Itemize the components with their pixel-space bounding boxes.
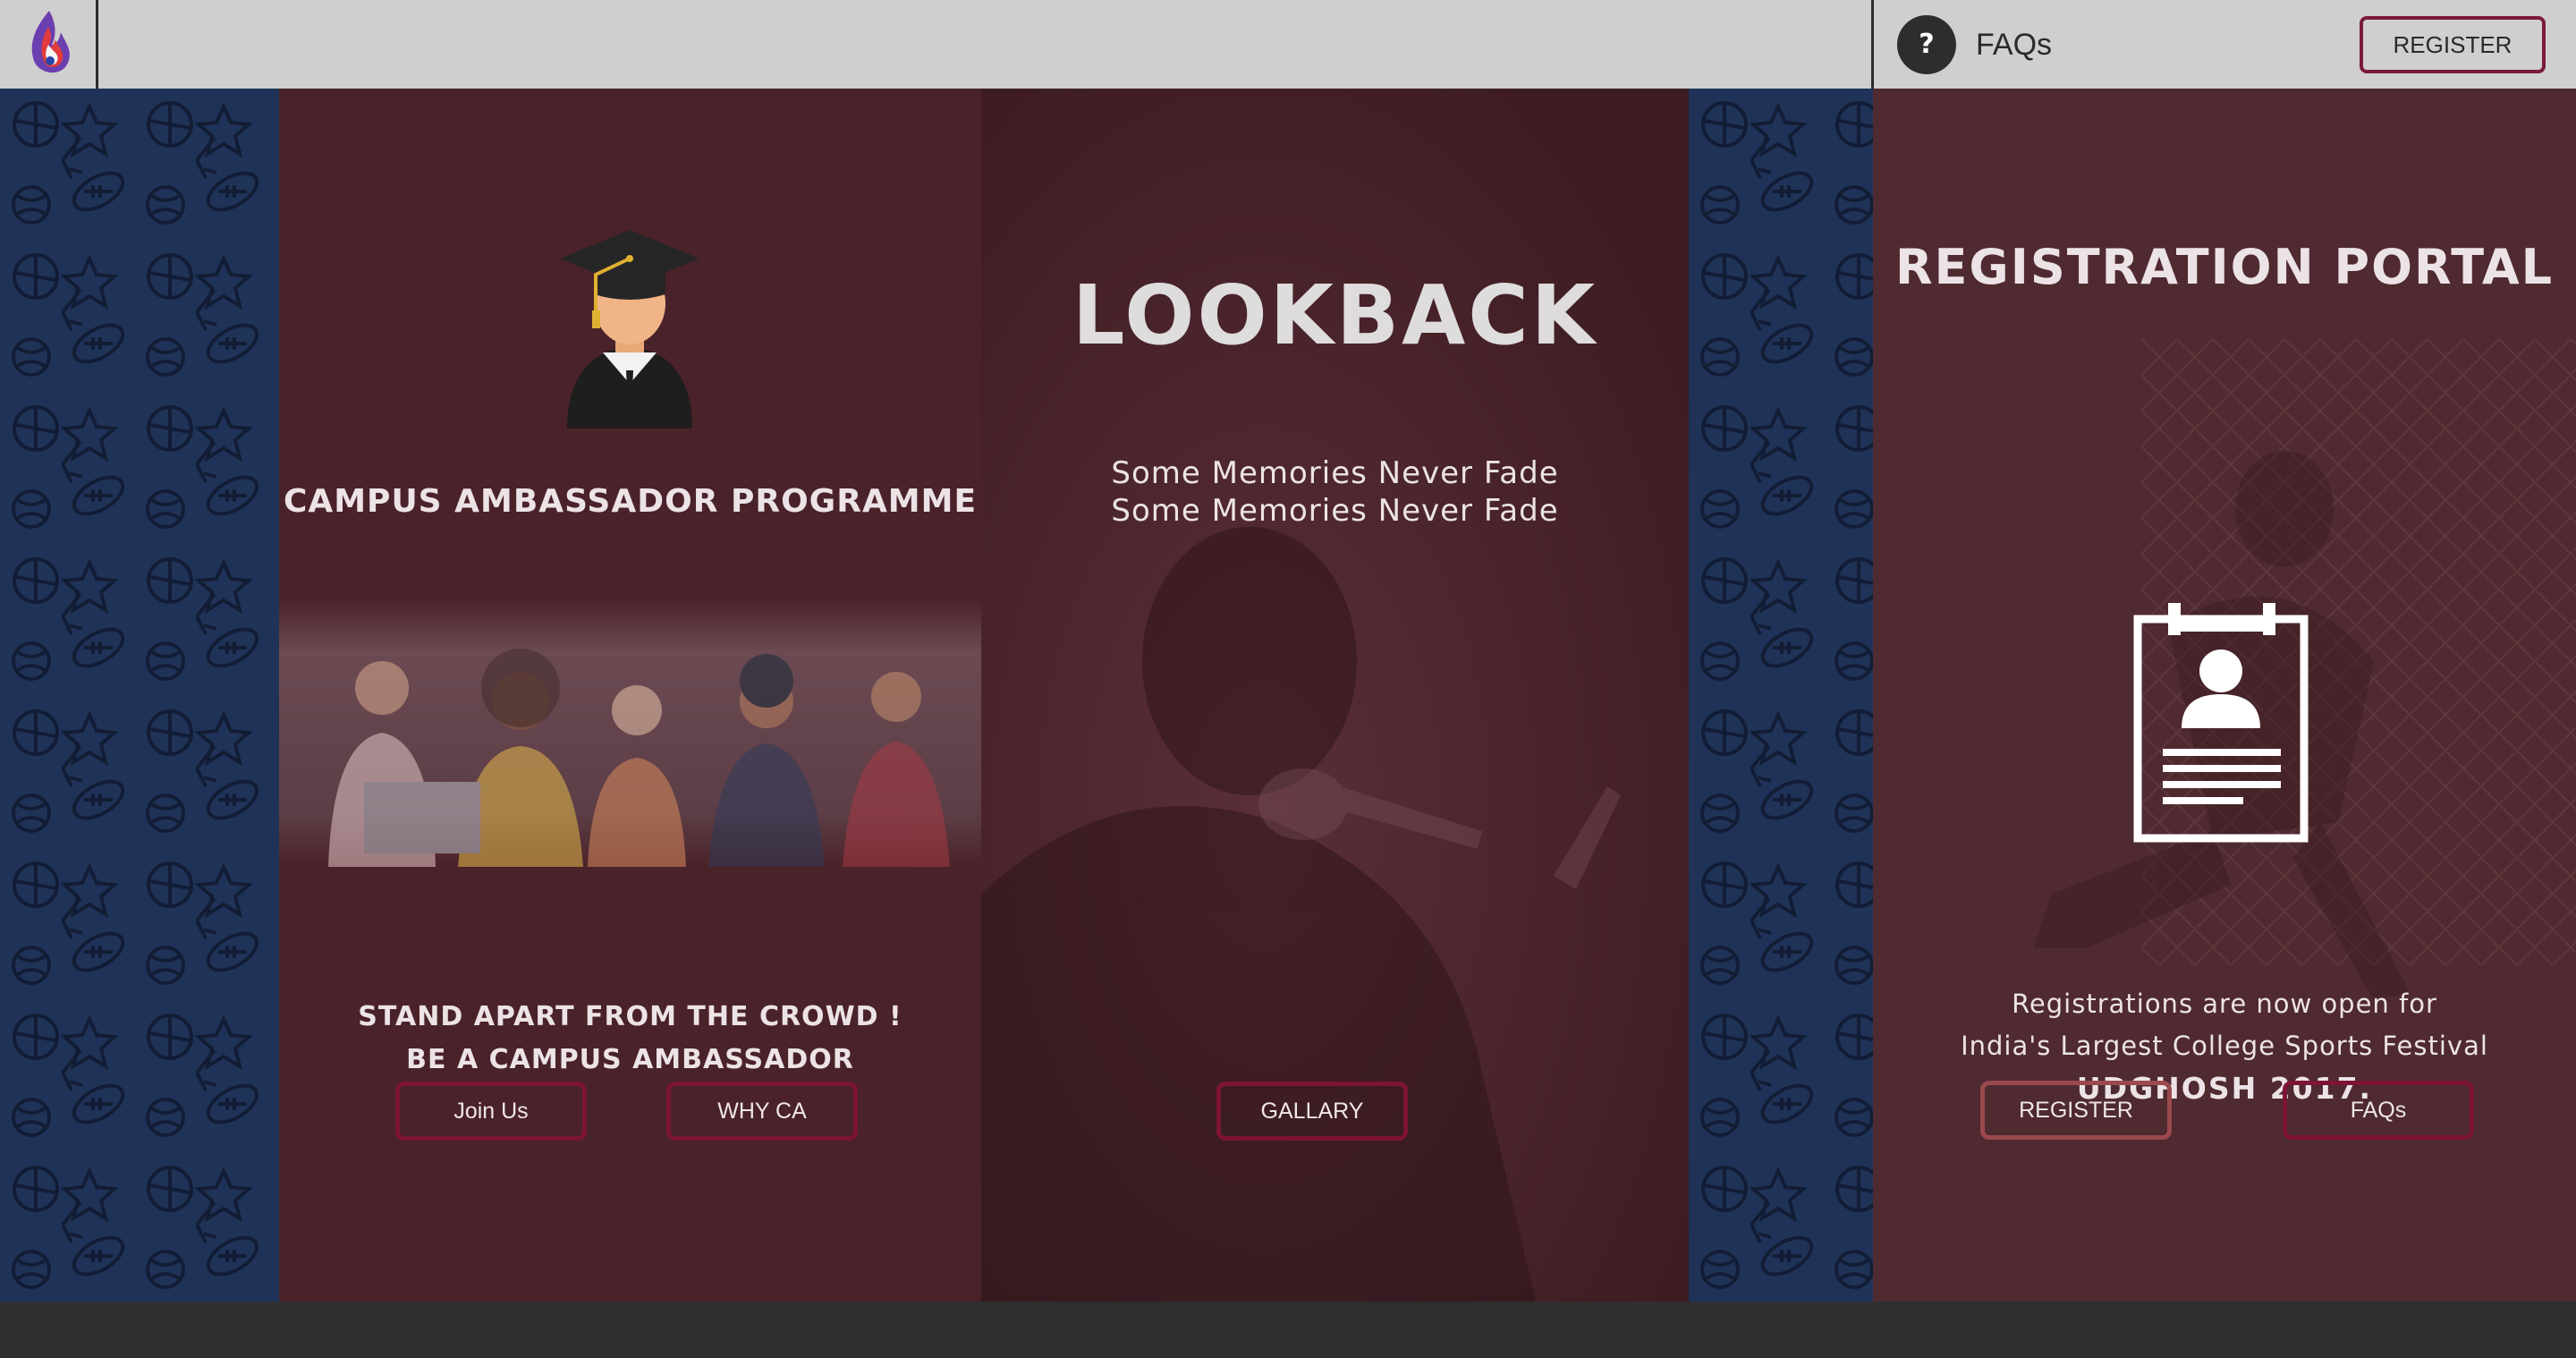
- registration-panel: REGISTRATION PORTAL Registrations are no…: [1873, 89, 2576, 1302]
- campus-ambassador-panel: CAMPUS AMBASSADOR PROGRAMME STAND APART …: [279, 89, 981, 1302]
- registration-line-2: India's Largest College Sports Festival: [1961, 1031, 2488, 1061]
- lookback-line-1: Some Memories Never Fade: [1111, 455, 1559, 491]
- footer-bar: [0, 1302, 2576, 1358]
- why-ca-button[interactable]: WHY CA: [666, 1082, 858, 1141]
- logo-icon: [31, 11, 70, 73]
- gallery-button[interactable]: GALLARY: [1216, 1082, 1408, 1141]
- registration-faq-button[interactable]: FAQs: [2283, 1081, 2474, 1140]
- logo-container[interactable]: [0, 0, 98, 89]
- campus-group-photo: [279, 598, 981, 867]
- header-register-button[interactable]: REGISTER: [2360, 16, 2546, 73]
- top-right-section: ? FAQs REGISTER: [1871, 0, 2576, 89]
- lookback-title: LOOKBACK: [1072, 267, 1598, 363]
- lookback-line-2: Some Memories Never Fade: [1111, 493, 1559, 529]
- top-navbar: ? FAQs REGISTER: [0, 0, 2576, 89]
- join-us-button[interactable]: Join Us: [395, 1082, 587, 1141]
- id-card-icon: [2133, 603, 2309, 843]
- registration-title: REGISTRATION PORTAL: [1894, 239, 2555, 295]
- sports-pattern-middle: [1689, 89, 1873, 1302]
- registration-register-button[interactable]: REGISTER: [1980, 1081, 2172, 1140]
- sports-pattern-left: [0, 89, 279, 1302]
- faq-link[interactable]: FAQs: [1976, 28, 2052, 63]
- lookback-panel: LOOKBACK Some Memories Never Fade Some M…: [981, 89, 1689, 1302]
- help-icon[interactable]: ?: [1897, 15, 1956, 74]
- main-content: CAMPUS AMBASSADOR PROGRAMME STAND APART …: [0, 89, 2576, 1302]
- graduate-icon: [560, 230, 699, 429]
- campus-tagline-1: STAND APART FROM THE CROWD !: [358, 1001, 902, 1032]
- registration-line-1: Registrations are now open for: [2012, 989, 2437, 1019]
- campus-tagline-2: BE A CAMPUS AMBASSADOR: [406, 1044, 854, 1075]
- campus-title: CAMPUS AMBASSADOR PROGRAMME: [283, 483, 978, 520]
